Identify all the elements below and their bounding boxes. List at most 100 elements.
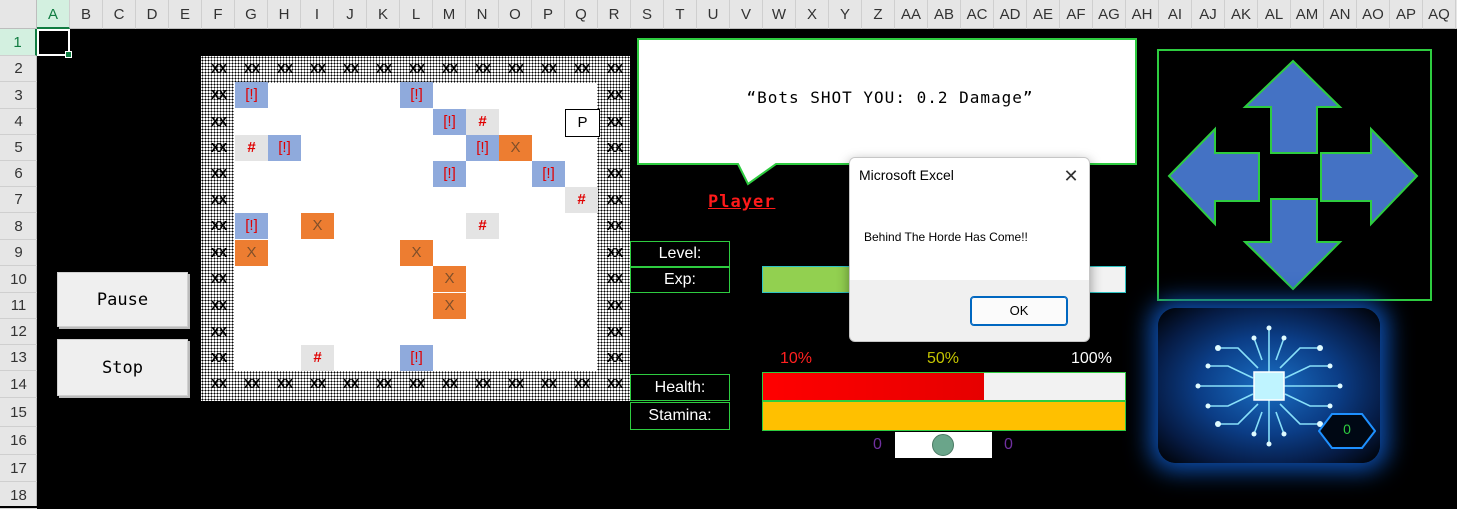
wall-marker: XX <box>210 61 227 76</box>
row-header-11[interactable]: 11 <box>0 293 37 319</box>
column-header-b[interactable]: B <box>70 0 103 29</box>
column-headers: A B C D E F G H I J K L M N O P Q R S T U V W X Y Z AA AB AC AD AE AF AG… <box>37 0 1457 29</box>
column-header-l[interactable]: L <box>400 0 433 29</box>
close-icon[interactable]: ✕ <box>1057 162 1085 190</box>
wall-marker: XX <box>210 245 227 260</box>
wall-marker: XX <box>276 61 293 76</box>
row-header-2[interactable]: 2 <box>0 56 37 82</box>
wall-marker: XX <box>408 61 425 76</box>
wall-marker: XX <box>375 61 392 76</box>
column-header-z[interactable]: Z <box>862 0 895 29</box>
column-header-u[interactable]: U <box>697 0 730 29</box>
column-header-h[interactable]: H <box>268 0 301 29</box>
column-header-ag[interactable]: AG <box>1093 0 1126 29</box>
column-header-g[interactable]: G <box>235 0 268 29</box>
row-header-9[interactable]: 9 <box>0 240 37 266</box>
row-header-7[interactable]: 7 <box>0 187 37 213</box>
row-header-3[interactable]: 3 <box>0 82 37 109</box>
row-header-18[interactable]: 18 <box>0 482 37 509</box>
wall-marker: XX <box>342 61 359 76</box>
direction-pad <box>1157 49 1432 301</box>
column-header-c[interactable]: C <box>103 0 136 29</box>
arrow-down-icon[interactable] <box>1242 198 1343 291</box>
active-cell-a1[interactable] <box>37 29 72 58</box>
bot-tile: [!] <box>235 82 268 108</box>
column-header-ah[interactable]: AH <box>1126 0 1159 29</box>
row-header-8[interactable]: 8 <box>0 213 37 240</box>
arrow-up-icon[interactable] <box>1242 59 1343 154</box>
pause-button[interactable]: Pause <box>57 272 188 327</box>
column-header-t[interactable]: T <box>664 0 697 29</box>
row-header-4[interactable]: 4 <box>0 109 37 135</box>
column-header-k[interactable]: K <box>367 0 400 29</box>
column-header-y[interactable]: Y <box>829 0 862 29</box>
wall-marker: XX <box>243 376 260 391</box>
fill-handle[interactable] <box>65 51 72 58</box>
wall-marker: XX <box>474 61 491 76</box>
column-header-o[interactable]: O <box>499 0 532 29</box>
row-header-16[interactable]: 16 <box>0 427 37 455</box>
row-header-5[interactable]: 5 <box>0 135 37 161</box>
wall-marker: XX <box>474 376 491 391</box>
wall-marker: XX <box>606 298 623 313</box>
row-header-1[interactable]: 1 <box>0 29 37 56</box>
column-header-ae[interactable]: AE <box>1027 0 1060 29</box>
column-header-al[interactable]: AL <box>1258 0 1291 29</box>
column-header-ai[interactable]: AI <box>1159 0 1192 29</box>
crate-tile: X <box>433 293 466 319</box>
exp-label: Exp: <box>630 267 730 293</box>
column-header-n[interactable]: N <box>466 0 499 29</box>
column-header-q[interactable]: Q <box>565 0 598 29</box>
select-all-corner[interactable] <box>0 0 37 29</box>
column-header-s[interactable]: S <box>631 0 664 29</box>
row-header-10[interactable]: 10 <box>0 266 37 293</box>
wall-marker: XX <box>210 140 227 155</box>
column-header-a[interactable]: A <box>37 0 70 29</box>
column-header-f[interactable]: F <box>202 0 235 29</box>
trap-tile: # <box>301 345 334 371</box>
column-header-aa[interactable]: AA <box>895 0 928 29</box>
health-bar <box>762 372 1126 401</box>
column-header-m[interactable]: M <box>433 0 466 29</box>
column-header-e[interactable]: E <box>169 0 202 29</box>
slider-knob[interactable] <box>932 434 954 456</box>
column-header-w[interactable]: W <box>763 0 796 29</box>
row-header-6[interactable]: 6 <box>0 161 37 187</box>
row-header-12[interactable]: 12 <box>0 319 37 345</box>
stop-button[interactable]: Stop <box>57 339 188 396</box>
column-header-v[interactable]: V <box>730 0 763 29</box>
bot-tile: [!] <box>532 161 565 187</box>
column-header-aj[interactable]: AJ <box>1192 0 1225 29</box>
trap-tile: # <box>565 187 598 213</box>
wall-marker: XX <box>276 376 293 391</box>
ok-button[interactable]: OK <box>970 296 1068 326</box>
wall-marker: XX <box>573 61 590 76</box>
arrow-right-icon[interactable] <box>1320 126 1419 227</box>
column-header-ao[interactable]: AO <box>1357 0 1390 29</box>
wall-marker: XX <box>342 376 359 391</box>
column-header-af[interactable]: AF <box>1060 0 1093 29</box>
column-header-ad[interactable]: AD <box>994 0 1027 29</box>
arrow-left-icon[interactable] <box>1167 126 1260 227</box>
stamina-bar-fill <box>763 402 1125 430</box>
column-header-ac[interactable]: AC <box>961 0 994 29</box>
column-header-ak[interactable]: AK <box>1225 0 1258 29</box>
row-header-17[interactable]: 17 <box>0 455 37 482</box>
column-header-an[interactable]: AN <box>1324 0 1357 29</box>
wall-marker: XX <box>606 192 623 207</box>
slider-track[interactable] <box>895 432 992 458</box>
column-header-am[interactable]: AM <box>1291 0 1324 29</box>
column-header-x[interactable]: X <box>796 0 829 29</box>
row-header-15[interactable]: 15 <box>0 398 37 427</box>
column-header-aq[interactable]: AQ <box>1423 0 1456 29</box>
column-header-j[interactable]: J <box>334 0 367 29</box>
column-header-ap[interactable]: AP <box>1390 0 1423 29</box>
wall-marker: XX <box>573 376 590 391</box>
column-header-r[interactable]: R <box>598 0 631 29</box>
column-header-ab[interactable]: AB <box>928 0 961 29</box>
row-header-14[interactable]: 14 <box>0 371 37 398</box>
column-header-i[interactable]: I <box>301 0 334 29</box>
column-header-p[interactable]: P <box>532 0 565 29</box>
row-header-13[interactable]: 13 <box>0 345 37 371</box>
column-header-d[interactable]: D <box>136 0 169 29</box>
